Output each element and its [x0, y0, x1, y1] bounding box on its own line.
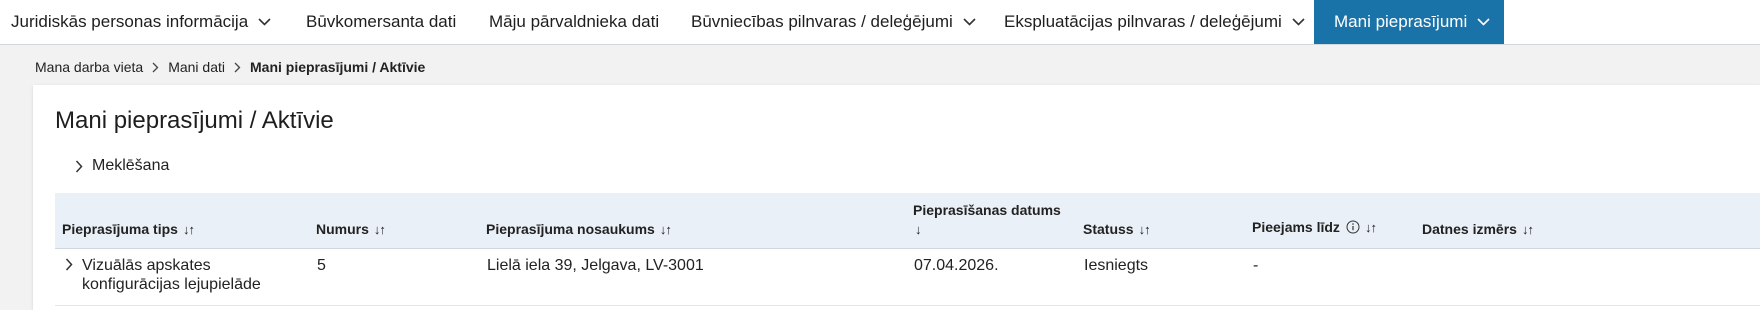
sort-icon: ↓↑ — [1521, 221, 1534, 237]
nav-item-construction-authorizations[interactable]: Būvniecības pilnvaras / deleģējumi — [691, 0, 976, 44]
chevron-right-icon — [152, 62, 159, 73]
nav-item-my-requests[interactable]: Mani pieprasījumi — [1314, 0, 1504, 44]
cell-date: 07.04.2026. — [914, 257, 999, 274]
nav-item-label: Būvkomersanta dati — [306, 12, 457, 31]
chevron-down-icon — [963, 18, 976, 26]
breadcrumb-link-workplace[interactable]: Mana darba vieta — [35, 59, 143, 75]
column-header-label: Datnes izmērs — [1422, 221, 1517, 237]
cell-type: Vizuālās apskates konfigurācijas lejupie… — [82, 256, 261, 294]
nav-item-house-manager-data[interactable]: Māju pārvaldnieka dati — [489, 0, 659, 44]
chevron-right-icon[interactable] — [65, 258, 73, 271]
search-toggle[interactable]: Meklēšana — [75, 157, 169, 175]
sort-icon: ↓↑ — [659, 221, 672, 237]
column-header-name[interactable]: Pieprasījuma nosaukums ↓↑ — [486, 221, 672, 237]
content-panel: Mani pieprasījumi / Aktīvie Meklēšana Pi… — [33, 85, 1760, 310]
nav-item-builder-data[interactable]: Būvkomersanta dati — [306, 0, 456, 44]
column-header-number[interactable]: Numurs ↓↑ — [316, 221, 386, 237]
sort-icon: ↓↑ — [373, 221, 386, 237]
breadcrumb: Mana darba vieta Mani dati Mani pieprasī… — [35, 58, 425, 76]
cell-type-line: konfigurācijas lejupielāde — [82, 276, 261, 293]
info-icon[interactable] — [1346, 220, 1360, 234]
cell-name: Lielā iela 39, Jelgava, LV-3001 — [487, 257, 704, 274]
top-navigation: Juridiskās personas informācija Būvkomer… — [0, 0, 1760, 45]
page-title: Mani pieprasījumi / Aktīvie — [55, 107, 334, 134]
table-row: Vizuālās apskates konfigurācijas lejupie… — [55, 249, 1760, 306]
column-header-status[interactable]: Statuss ↓↑ — [1083, 221, 1151, 237]
nav-item-label: Māju pārvaldnieka dati — [489, 12, 660, 31]
nav-item-label: Ekspluatācijas pilnvaras / deleģējumi — [1004, 12, 1282, 31]
sort-icon: ↓↑ — [182, 221, 195, 237]
nav-item-operation-authorizations[interactable]: Ekspluatācijas pilnvaras / deleģējumi — [1004, 0, 1305, 44]
nav-item-legal-entity-info[interactable]: Juridiskās personas informācija — [11, 0, 271, 44]
chevron-down-icon — [1292, 18, 1305, 26]
breadcrumb-link-my-data[interactable]: Mani dati — [168, 59, 225, 75]
cell-type-line: Vizuālās apskates — [82, 257, 211, 274]
column-header-available[interactable]: Pieejams līdz ↓↑ — [1252, 219, 1377, 235]
cell-available: - — [1253, 257, 1259, 274]
chevron-right-icon — [234, 62, 241, 73]
column-header-label: Numurs — [316, 221, 369, 237]
column-header-type[interactable]: Pieprasījuma tips ↓↑ — [62, 221, 195, 237]
sort-icon: ↓↑ — [1364, 219, 1377, 235]
sort-icon: ↓↑ — [1138, 221, 1151, 237]
nav-item-label: Mani pieprasījumi — [1334, 12, 1468, 31]
cell-number: 5 — [317, 257, 326, 274]
chevron-down-icon — [1477, 18, 1490, 26]
chevron-down-icon — [258, 18, 271, 26]
sort-desc-icon: ↓ — [915, 222, 921, 237]
search-toggle-label: Meklēšana — [92, 157, 170, 174]
column-header-size[interactable]: Datnes izmērs ↓↑ — [1422, 221, 1534, 237]
column-header-label: Pieejams līdz — [1252, 219, 1340, 235]
column-header-label: Pieprasījuma tips — [62, 221, 178, 237]
breadcrumb-current: Mani pieprasījumi / Aktīvie — [250, 59, 426, 75]
column-header-label: Pieprasījuma nosaukums — [486, 221, 655, 237]
nav-item-label: Būvniecības pilnvaras / deleģējumi — [691, 12, 953, 31]
column-header-label: Statuss — [1083, 221, 1134, 237]
nav-item-label: Juridiskās personas informācija — [11, 12, 249, 31]
column-header-date[interactable]: Pieprasīšanas datums ↓ — [913, 202, 1061, 237]
table-header: Pieprasījuma tips ↓↑ Numurs ↓↑ Pieprasīj… — [55, 193, 1760, 249]
chevron-right-icon — [75, 159, 83, 173]
cell-status: Iesniegts — [1084, 257, 1149, 274]
column-header-label: Pieprasīšanas datums — [913, 202, 1061, 218]
